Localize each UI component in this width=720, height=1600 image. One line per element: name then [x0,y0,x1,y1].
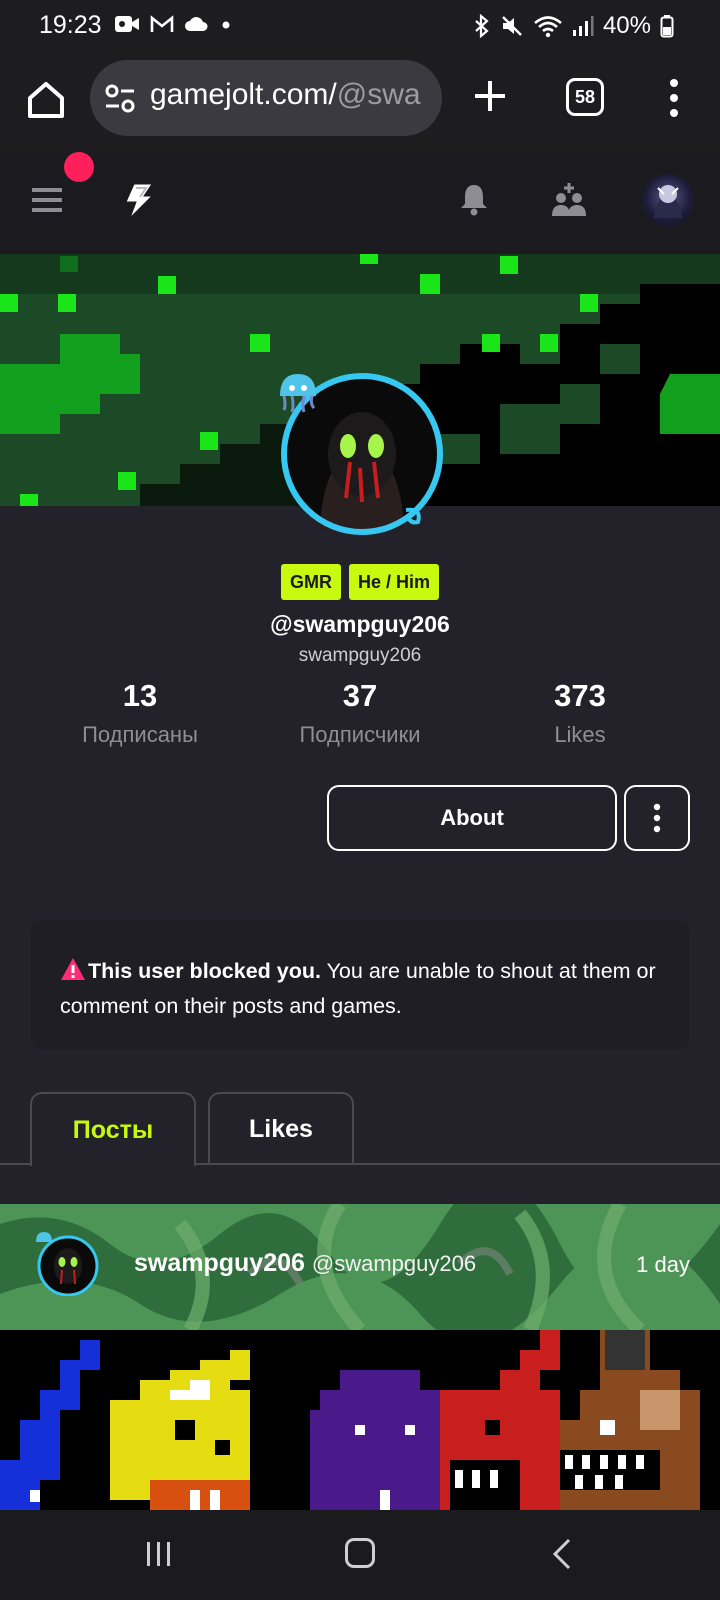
bluetooth-icon [475,14,489,38]
post-author[interactable]: swampguy206 @swampguy206 [134,1249,476,1278]
new-tab-icon[interactable] [472,78,508,114]
cloud-icon [185,17,208,31]
tab-posts[interactable]: Посты [30,1092,196,1166]
stat-followers-label: Подписчики [299,722,421,747]
warning-icon [61,958,85,980]
stat-followers[interactable]: 37 Подписчики [260,678,460,748]
stat-likes[interactable]: 373 Likes [480,678,680,748]
dot-icon [222,21,230,29]
battery-percent: 40% [602,12,651,39]
badge-gmr: GMR [280,564,341,600]
post-author-name[interactable]: swampguy206 [134,1249,305,1277]
gmail-icon [150,15,174,32]
site-header [0,152,720,254]
url-bar[interactable]: gamejolt.com/@swa [90,60,442,136]
android-navigation-bar [0,1510,720,1600]
post-time[interactable]: 1 day [636,1252,690,1278]
home-nav-icon[interactable] [345,1538,375,1568]
browser-menu-icon[interactable] [666,78,682,118]
status-time: 19:23 [39,11,102,39]
more-options-button[interactable] [624,785,690,851]
about-button[interactable]: About [327,785,617,851]
battery-icon [660,15,674,38]
friends-icon[interactable] [550,182,588,218]
url-path: @swa [336,78,421,111]
profile-avatar[interactable] [276,370,446,540]
hamburger-menu-icon[interactable] [32,186,62,214]
site-settings-icon[interactable] [104,84,136,114]
tab-likes[interactable]: Likes [208,1092,354,1164]
home-icon[interactable] [22,76,70,124]
post-image[interactable] [0,1330,720,1510]
gamejolt-logo-icon[interactable] [120,182,154,220]
stat-likes-label: Likes [554,722,606,747]
back-icon[interactable] [552,1538,572,1570]
post-pixel-art [0,1330,720,1510]
post-author-avatar[interactable] [34,1230,100,1296]
status-bar: 19:23 40% [0,0,720,52]
tab-switcher-button[interactable]: 58 [566,78,604,116]
more-vertical-icon [653,803,661,833]
recent-apps-icon[interactable] [144,1540,174,1568]
post-author-handle[interactable]: @swampguy206 [312,1251,476,1276]
blocked-alert: This user blocked you. You are unable to… [30,920,690,1050]
mute-icon [502,16,522,36]
url-host: gamejolt.com/ [150,78,337,111]
notification-dot [64,152,94,182]
stat-following-label: Подписаны [82,722,198,747]
wifi-icon [534,16,562,38]
notifications-bell-icon[interactable] [458,182,490,216]
signal-icon [572,16,594,36]
user-avatar[interactable] [642,174,694,226]
profile-username: swampguy206 [298,645,422,666]
stat-following-value: 13 [122,678,158,713]
profile-badges: GMR He / Him [0,564,720,600]
video-icon [115,16,139,32]
url-text: gamejolt.com/@swa [150,78,421,112]
badge-pronouns: He / Him [348,564,440,600]
stat-followers-value: 37 [342,678,378,713]
stat-following[interactable]: 13 Подписаны [40,678,240,748]
browser-toolbar: gamejolt.com/@swa 58 [0,52,720,152]
stat-likes-value: 373 [554,678,606,713]
blocked-alert-title: This user blocked you. [88,959,321,983]
profile-handle: @swampguy206 [270,611,450,637]
